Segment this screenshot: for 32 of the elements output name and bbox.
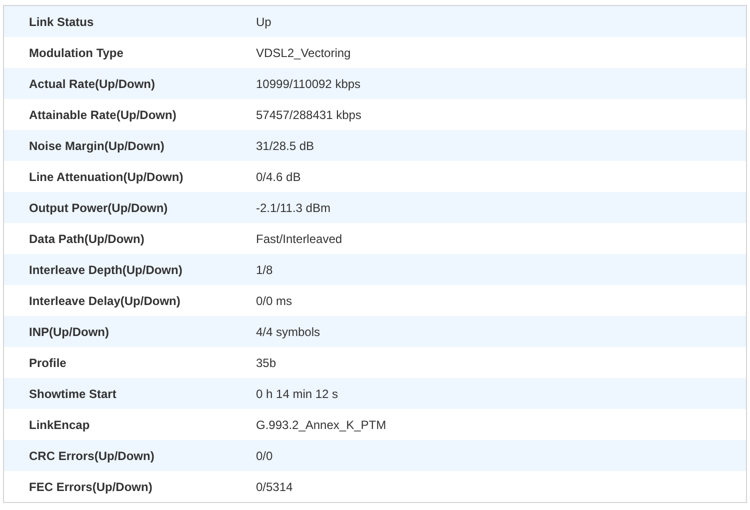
row-value: G.993.2_Annex_K_PTM — [256, 418, 386, 432]
row-value: 35b — [256, 356, 276, 370]
row-label: Data Path(Up/Down) — [28, 232, 146, 246]
row-label: FEC Errors(Up/Down) — [28, 480, 154, 494]
row-label: Attainable Rate(Up/Down) — [28, 108, 178, 122]
row-label: Output Power(Up/Down) — [28, 200, 169, 214]
row-label: Modulation Type — [28, 46, 124, 60]
row-value: 0/0 — [256, 448, 273, 462]
row-value: 57457/288431 kbps — [256, 108, 362, 122]
row-label: INP(Up/Down) — [28, 324, 110, 338]
row-value: Up — [256, 14, 272, 28]
row-label: Noise Margin(Up/Down) — [28, 138, 166, 152]
row-label: Profile — [28, 356, 68, 370]
row-value: 4/4 symbols — [256, 324, 320, 338]
row-value: 0/4.6 dB — [256, 170, 301, 184]
row-label: Showtime Start — [28, 386, 118, 400]
row-label: LinkEncap — [28, 418, 91, 432]
row-value: 0 h 14 min 12 s — [256, 386, 338, 400]
row-value: 0/0 ms — [256, 294, 292, 308]
row-value: 10999/110092 kbps — [256, 76, 361, 90]
row-value: 1/8 — [256, 262, 273, 276]
row-label: Actual Rate(Up/Down) — [28, 76, 156, 90]
row-label: Link Status — [28, 14, 95, 28]
row-label: Interleave Delay(Up/Down) — [28, 294, 182, 308]
row-label: Line Attenuation(Up/Down) — [28, 170, 184, 184]
row-value: Fast/Interleaved — [256, 232, 342, 246]
row-value: 31/28.5 dB — [256, 138, 314, 152]
row-value: VDSL2_Vectoring — [256, 46, 351, 60]
row-value: -2.1/11.3 dBm — [256, 200, 330, 214]
row-label: CRC Errors(Up/Down) — [28, 448, 156, 462]
row-value: 0/5314 — [256, 480, 293, 494]
row-label: Interleave Depth(Up/Down) — [28, 262, 184, 276]
